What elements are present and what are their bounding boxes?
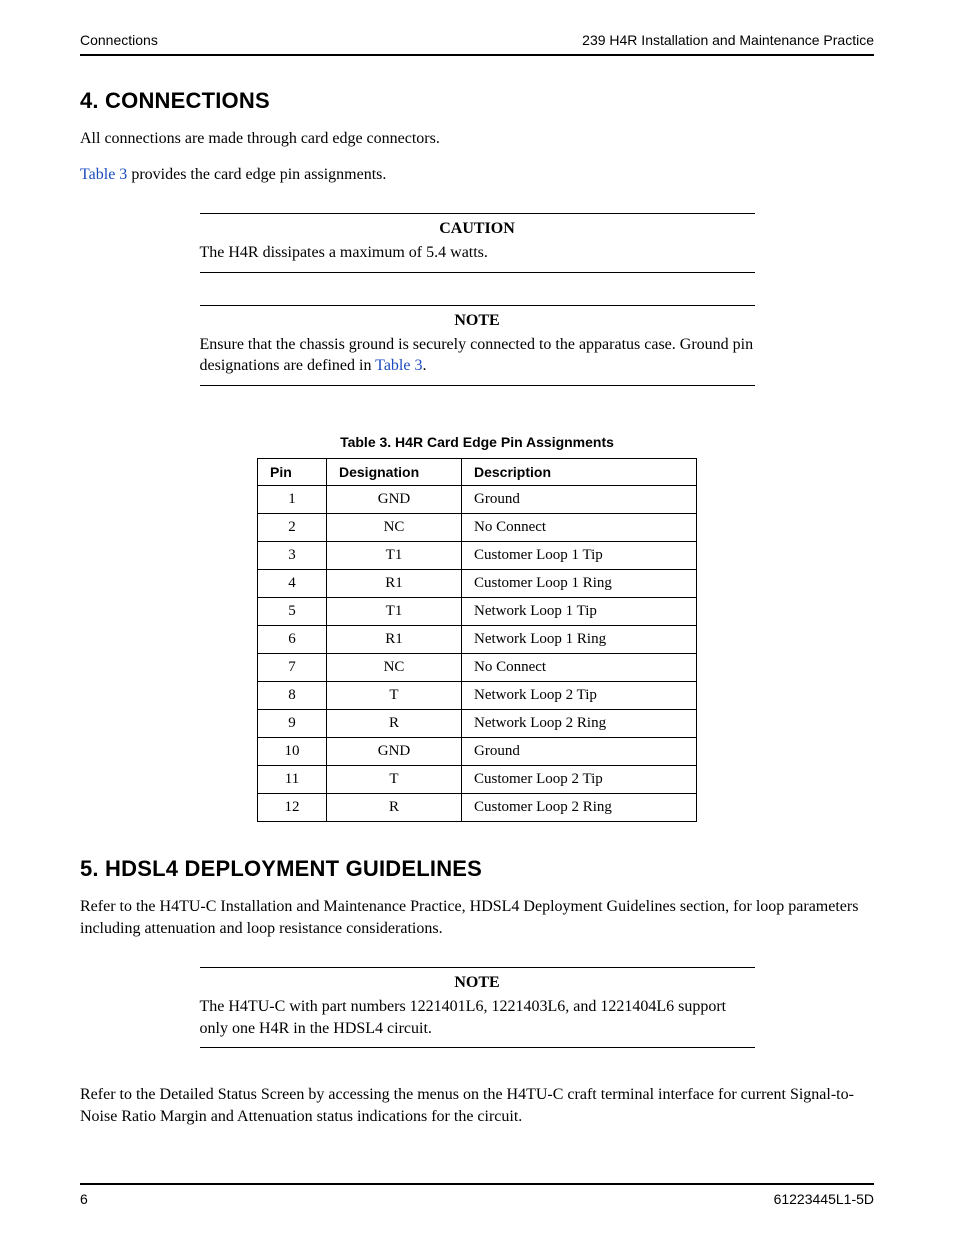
cell-description: Ground [462,485,697,513]
cell-designation: NC [327,653,462,681]
header-right: 239 H4R Installation and Maintenance Pra… [582,32,874,48]
rule [200,272,755,273]
spacer [80,1142,874,1173]
cell-description: No Connect [462,513,697,541]
table3-link[interactable]: Table 3 [375,357,422,374]
cell-description: Customer Loop 1 Ring [462,569,697,597]
cell-description: Ground [462,737,697,765]
th-description: Description [462,458,697,485]
cell-designation: T [327,765,462,793]
note1-body-pre: Ensure that the chassis ground is secure… [200,336,754,375]
cell-pin: 10 [258,737,327,765]
caution-title: CAUTION [200,214,755,238]
cell-pin: 3 [258,541,327,569]
caution-body: The H4R dissipates a maximum of 5.4 watt… [200,238,755,272]
running-footer: 6 61223445L1-5D [80,1185,874,1207]
cell-designation: R [327,793,462,821]
cell-designation: T1 [327,541,462,569]
table-row: 1GNDGround [258,485,697,513]
cell-pin: 11 [258,765,327,793]
table-row: 5T1Network Loop 1 Tip [258,597,697,625]
cell-description: Network Loop 2 Tip [462,681,697,709]
cell-designation: GND [327,737,462,765]
cell-pin: 12 [258,793,327,821]
rule [200,1047,755,1048]
caution-block: CAUTION The H4R dissipates a maximum of … [200,213,755,273]
note2-title: NOTE [200,968,755,992]
note1-body: Ensure that the chassis ground is secure… [200,330,755,385]
cell-description: Customer Loop 2 Tip [462,765,697,793]
cell-description: Customer Loop 2 Ring [462,793,697,821]
cell-designation: R1 [327,625,462,653]
cell-pin: 4 [258,569,327,597]
note1-body-post: . [422,357,426,374]
cell-pin: 8 [258,681,327,709]
table3-link[interactable]: Table 3 [80,166,127,183]
section-5-heading: 5. HDSL4 DEPLOYMENT GUIDELINES [80,856,874,882]
cell-description: Network Loop 1 Ring [462,625,697,653]
cell-designation: T [327,681,462,709]
note1-title: NOTE [200,306,755,330]
section-4-heading: 4. CONNECTIONS [80,88,874,114]
cell-description: Network Loop 1 Tip [462,597,697,625]
note2-block: NOTE The H4TU-C with part numbers 122140… [200,967,755,1048]
cell-pin: 9 [258,709,327,737]
th-pin: Pin [258,458,327,485]
section-4-p2: Table 3 provides the card edge pin assig… [80,164,874,186]
cell-description: Network Loop 2 Ring [462,709,697,737]
section-4-p1: All connections are made through card ed… [80,128,874,150]
table-row: 11TCustomer Loop 2 Tip [258,765,697,793]
cell-pin: 1 [258,485,327,513]
section-5-p1: Refer to the H4TU-C Installation and Mai… [80,896,874,939]
cell-pin: 2 [258,513,327,541]
table-row: 7NCNo Connect [258,653,697,681]
cell-designation: T1 [327,597,462,625]
closing-p: Refer to the Detailed Status Screen by a… [80,1084,874,1127]
table-header-row: Pin Designation Description [258,458,697,485]
page: Connections 239 H4R Installation and Mai… [0,0,954,1235]
table-row: 6R1Network Loop 1 Ring [258,625,697,653]
running-header: Connections 239 H4R Installation and Mai… [80,32,874,54]
note1-block: NOTE Ensure that the chassis ground is s… [200,305,755,386]
section-4-p2-rest: provides the card edge pin assignments. [127,166,386,183]
table-row: 8TNetwork Loop 2 Tip [258,681,697,709]
header-left: Connections [80,32,158,48]
table-row: 4R1Customer Loop 1 Ring [258,569,697,597]
table-row: 9RNetwork Loop 2 Ring [258,709,697,737]
cell-designation: R [327,709,462,737]
table-row: 3T1Customer Loop 1 Tip [258,541,697,569]
header-rule [80,54,874,56]
rule [200,385,755,386]
footer-page-number: 6 [80,1191,88,1207]
table-row: 10GNDGround [258,737,697,765]
footer-doc-id: 61223445L1-5D [774,1191,874,1207]
cell-designation: R1 [327,569,462,597]
table3-caption: Table 3. H4R Card Edge Pin Assignments [80,434,874,450]
cell-designation: GND [327,485,462,513]
th-designation: Designation [327,458,462,485]
note2-body: The H4TU-C with part numbers 1221401L6, … [200,992,755,1047]
pin-table: Pin Designation Description 1GNDGround2N… [257,458,697,822]
cell-pin: 6 [258,625,327,653]
cell-description: No Connect [462,653,697,681]
cell-pin: 7 [258,653,327,681]
table-row: 2NCNo Connect [258,513,697,541]
cell-pin: 5 [258,597,327,625]
cell-designation: NC [327,513,462,541]
table-row: 12RCustomer Loop 2 Ring [258,793,697,821]
cell-description: Customer Loop 1 Tip [462,541,697,569]
